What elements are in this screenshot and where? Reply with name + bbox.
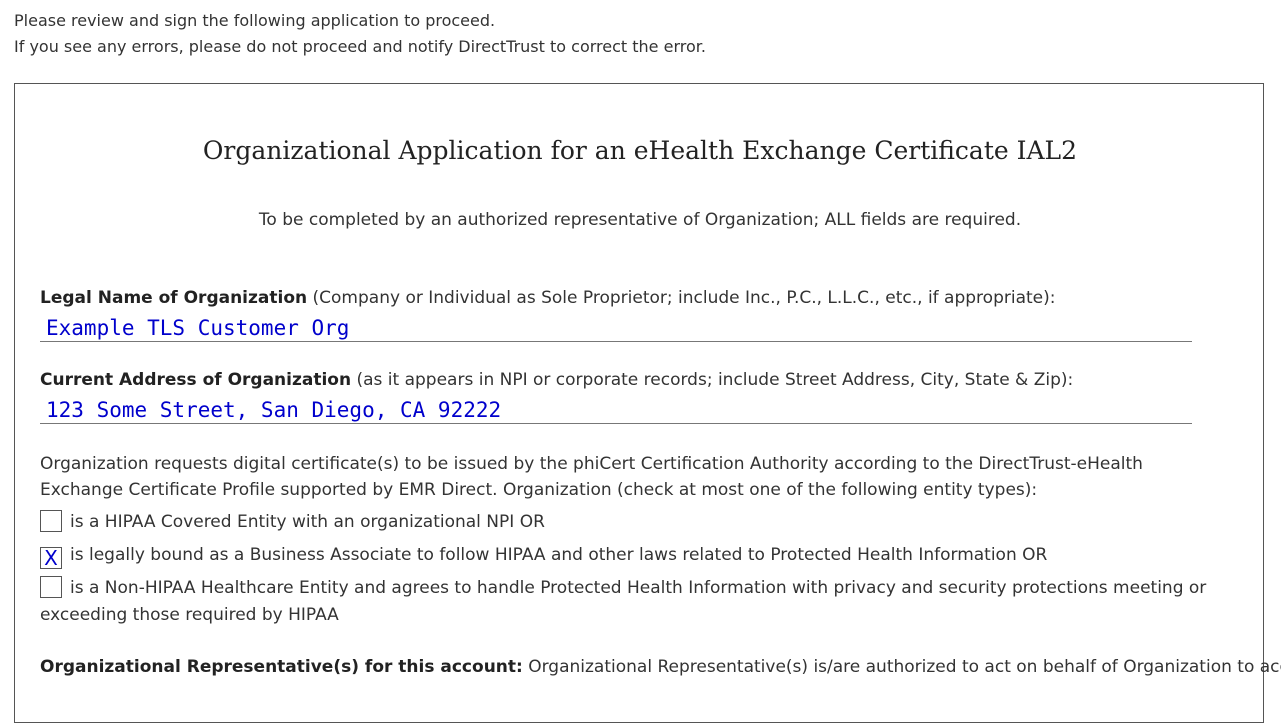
form-subtitle: To be completed by an authorized represe…: [258, 210, 1022, 230]
application-form: Organizational Application for an eHealt…: [14, 83, 1281, 723]
non-hipaa-label: is a Non-HIPAA Healthcare Entity and agr…: [40, 578, 1207, 625]
intro-line-2: If you see any errors, please do not pro…: [14, 37, 706, 56]
covered-entity-label: is a HIPAA Covered Entity with an organi…: [70, 512, 545, 532]
business-associate-label: is legally bound as a Business Associate…: [70, 545, 1048, 565]
entity-option-non-hipaa: is a Non-HIPAA Healthcare Entity and agr…: [40, 575, 1220, 629]
address-hint: (as it appears in NPI or corporate recor…: [351, 370, 1074, 390]
entity-option-business-associate: Xis legally bound as a Business Associat…: [40, 542, 1220, 569]
entity-type-intro: Organization requests digital certificat…: [40, 454, 1143, 500]
legal-name-field[interactable]: Example TLS Customer Org: [40, 315, 1192, 342]
address-label-bold: Current Address of Organization: [40, 370, 352, 390]
legal-name-label-bold: Legal Name of Organization: [40, 288, 308, 308]
non-hipaa-checkbox[interactable]: [40, 576, 62, 598]
business-associate-checkbox[interactable]: X: [40, 547, 62, 569]
form-title: Organizational Application for an eHealt…: [202, 136, 1078, 165]
entity-option-covered-entity: is a HIPAA Covered Entity with an organi…: [40, 509, 1220, 536]
legal-name-label: Legal Name of Organization (Company or I…: [40, 288, 1055, 308]
intro-line-1: Please review and sign the following app…: [14, 11, 496, 30]
address-label: Current Address of Organization (as it a…: [40, 370, 1073, 390]
intro-text: Please review and sign the following app…: [14, 8, 706, 60]
representatives-text: Organizational Representative(s) is/are …: [522, 657, 1281, 677]
legal-name-hint: (Company or Individual as Sole Proprieto…: [307, 288, 1056, 308]
address-field[interactable]: 123 Some Street, San Diego, CA 92222: [40, 397, 1192, 424]
representatives-label: Organizational Representative(s) for thi…: [40, 657, 523, 677]
covered-entity-checkbox[interactable]: [40, 510, 62, 532]
representatives-section: Organizational Representative(s) for thi…: [40, 654, 1281, 680]
